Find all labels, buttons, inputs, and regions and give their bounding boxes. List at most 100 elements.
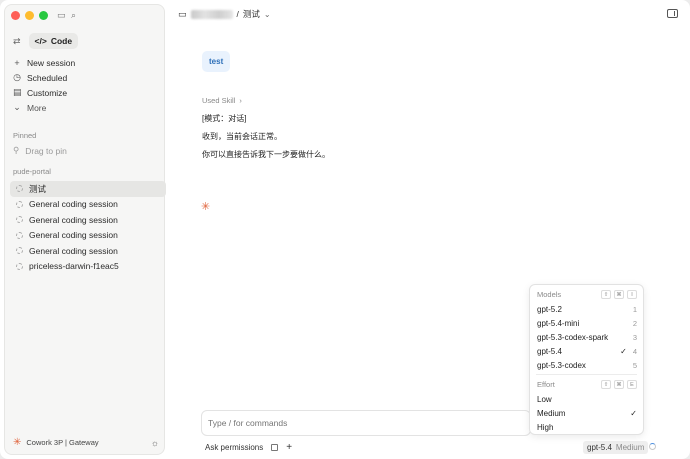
shift-key-icon: ⇧ (601, 380, 611, 389)
attach-file-icon[interactable] (271, 444, 279, 451)
assistant-message-line: [模式：对话] (202, 114, 247, 123)
effort-option-label: Low (537, 394, 552, 404)
right-panel-toggle-icon[interactable] (667, 9, 678, 18)
prompt-input[interactable] (208, 418, 508, 428)
loading-spinner-icon (649, 443, 656, 450)
session-label: General coding session (29, 199, 118, 210)
redacted-project-path (190, 9, 233, 19)
model-option[interactable]: gpt-5.4-mini 2 (537, 316, 637, 330)
model-option[interactable]: gpt-5.3-codex-spark 3 (537, 330, 637, 344)
effort-label: Effort (537, 380, 555, 389)
effort-level: Medium (615, 443, 645, 452)
model-option[interactable]: gpt-5.3-codex 5 (537, 358, 637, 372)
session-status-icon (16, 216, 23, 224)
model-selector-button[interactable]: gpt-5.4 Medium (583, 441, 649, 454)
sidebar-nav: + New session ◷ Scheduled ▤ Customize ⌄ … (13, 55, 163, 115)
session-item[interactable]: General coding session (10, 243, 166, 259)
ask-permissions-button[interactable]: Ask permissions (205, 443, 263, 452)
effort-option[interactable]: Low (537, 392, 637, 406)
pinned-label: Pinned (13, 131, 37, 140)
session-item[interactable]: General coding session (10, 197, 166, 213)
chevron-down-icon: ⌄ (13, 102, 21, 112)
minimize-window-button[interactable] (25, 11, 34, 20)
code-mode-label: Code (50, 36, 73, 46)
session-label: General coding session (29, 214, 118, 225)
used-skill-label: Used Skill (202, 96, 236, 105)
model-option-label: gpt-5.3-codex-spark (537, 332, 609, 342)
session-item[interactable]: priceless-darwin-f1eac5 (10, 259, 166, 275)
session-label: General coding session (29, 245, 118, 256)
workspace-switcher[interactable]: ✳ Cowork 3P | Gateway (13, 437, 99, 448)
effort-option[interactable]: High (537, 420, 637, 434)
plus-icon[interactable]: + (286, 442, 292, 453)
letter-key: E (627, 380, 637, 389)
app-window: ▭ ⌕ ⇄ </> Code + New session ◷ Scheduled… (0, 0, 690, 459)
code-mode-button[interactable]: </> Code (28, 33, 79, 49)
session-label: priceless-darwin-f1eac5 (29, 261, 119, 272)
zoom-window-button[interactable] (39, 11, 48, 20)
settings-gear-icon[interactable]: ☼ (151, 438, 159, 448)
session-status-icon (16, 262, 23, 270)
session-status-icon (16, 247, 23, 255)
clock-icon: ◷ (13, 72, 21, 82)
used-skill-toggle[interactable]: Used Skill › (202, 96, 242, 105)
chevron-down-icon[interactable]: ⌄ (264, 10, 271, 19)
scheduled-button[interactable]: ◷ Scheduled (13, 70, 163, 85)
models-section-header: Models ⇧ ⌘ I (537, 290, 637, 299)
project-label: pude-portal (13, 167, 51, 176)
session-status-icon (16, 185, 23, 193)
models-label: Models (537, 290, 562, 299)
model-shortcut: 4 (632, 346, 637, 356)
mode-row: ⇄ </> Code (13, 33, 79, 49)
effort-section-header: Effort ⇧ ⌘ E (537, 380, 637, 389)
composer (201, 410, 531, 436)
assistant-message-line: 你可以直接告诉我下一步要做什么。 (202, 150, 330, 159)
model-option-label: gpt-5.4-mini (537, 318, 580, 328)
search-icon[interactable]: ⌕ (71, 10, 76, 21)
command-key-icon: ⌘ (614, 380, 624, 389)
model-option-label: gpt-5.4 (537, 346, 562, 356)
session-item[interactable]: 测试 (10, 181, 166, 197)
model-name: gpt-5.4 (587, 443, 612, 452)
checkmark-icon: ✓ (630, 408, 637, 418)
model-option-label: gpt-5.3-codex (537, 360, 586, 370)
effort-option-selected[interactable]: Medium ✓ (537, 406, 637, 420)
model-shortcut: 5 (632, 360, 637, 370)
session-item[interactable]: General coding session (10, 228, 166, 244)
checkmark-icon: ✓ (620, 346, 627, 356)
effort-list: Low Medium ✓ High (537, 392, 637, 434)
session-label: 测试 (29, 183, 47, 194)
folder-icon: ▭ (178, 8, 187, 19)
session-status-icon (16, 200, 23, 208)
session-item[interactable]: General coding session (10, 212, 166, 228)
command-key-icon: ⌘ (614, 290, 624, 299)
breadcrumb-separator: / (236, 9, 239, 19)
effort-option-label: High (537, 422, 554, 432)
session-label: General coding session (29, 230, 118, 241)
composer-toolbar: Ask permissions + (205, 442, 292, 453)
nav-label: More (27, 102, 47, 113)
window-controls (11, 11, 48, 20)
session-list: 测试 General coding session General coding… (10, 181, 166, 274)
breadcrumb: ▭ / 测试 ⌄ (178, 8, 271, 20)
new-session-button[interactable]: + New session (13, 55, 163, 70)
user-message: test (202, 51, 231, 72)
mode-switch-icon[interactable]: ⇄ (13, 36, 21, 47)
close-window-button[interactable] (11, 11, 20, 20)
thinking-sparkle-icon: ✳ (201, 201, 211, 213)
briefcase-icon: ▤ (13, 87, 22, 97)
nav-label: Customize (27, 87, 68, 98)
nav-label: New session (27, 57, 76, 68)
pin-icon: ⚲ (13, 145, 20, 155)
model-option-selected[interactable]: gpt-5.4 ✓ 4 (537, 344, 637, 358)
dropdown-divider (536, 374, 637, 375)
plus-icon: + (14, 57, 20, 68)
drag-to-pin-hint: ⚲ Drag to pin (13, 145, 67, 156)
page-title[interactable]: 测试 (243, 8, 260, 20)
customize-button[interactable]: ▤ Customize (13, 85, 163, 100)
sidebar-toggle-icon[interactable]: ▭ (57, 10, 66, 21)
more-button[interactable]: ⌄ More (13, 100, 163, 115)
model-option[interactable]: gpt-5.2 1 (537, 302, 637, 316)
letter-key: I (627, 290, 637, 299)
model-shortcut: 1 (632, 304, 637, 314)
